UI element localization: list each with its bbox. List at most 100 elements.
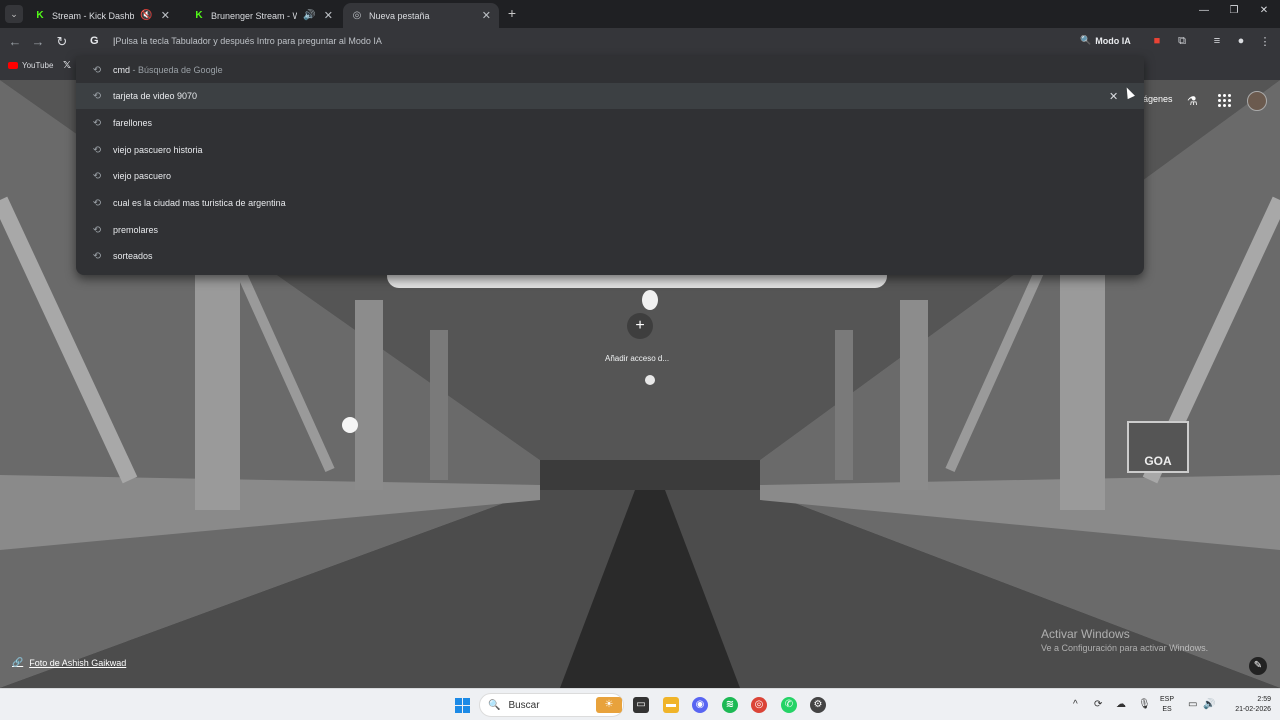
history-icon: ⟲ <box>92 64 102 76</box>
muted-icon[interactable]: 🔇 <box>140 10 152 21</box>
search-icon: 🔍 <box>488 699 501 711</box>
minimize-icon[interactable]: — <box>1196 5 1212 16</box>
activate-windows-subtitle: Ve a Configuración para activar Windows. <box>1041 643 1209 653</box>
activate-windows-title: Activar Windows <box>1041 627 1130 641</box>
suggestion-row[interactable]: ⟲ sorteados <box>76 243 1144 269</box>
tab-brunenger-stream[interactable]: K Brunenger Stream - Watch 🔊 ✕ <box>185 3 341 28</box>
new-tab-button[interactable]: + <box>505 5 519 21</box>
modo-ia-button[interactable]: 🔍 Modo IA <box>1080 35 1131 46</box>
suggestion-row[interactable]: ⟲ cmd - Búsqueda de Google <box>76 57 1144 83</box>
suggestion-text: viejo pascuero historia <box>113 145 203 155</box>
kick-icon: K <box>195 10 203 21</box>
restore-icon[interactable]: ❐ <box>1226 5 1242 16</box>
tab-new-tab[interactable]: ◎ Nueva pestaña ✕ <box>343 3 499 28</box>
modo-ia-label: Modo IA <box>1095 35 1131 46</box>
customize-pencil-icon[interactable]: ✎ <box>1249 657 1267 675</box>
sync-icon[interactable]: ⟳ <box>1094 699 1102 710</box>
suggestion-text: cmd <box>113 65 131 75</box>
x-icon[interactable]: 𝕏 <box>63 60 71 71</box>
volume-icon[interactable]: 🔊 <box>1203 699 1215 710</box>
taskbar-clock[interactable]: 2:59 21-02-2026 <box>1227 695 1271 715</box>
steam-icon[interactable]: ⚙ <box>810 697 826 713</box>
monitor-icon[interactable]: ▭ <box>1188 699 1197 710</box>
labs-icon[interactable]: ⚗ <box>1187 94 1198 108</box>
history-icon: ⟲ <box>92 197 102 209</box>
menu-icon[interactable]: ⋮ <box>1258 35 1272 48</box>
suggestion-row[interactable]: ⟲ farellones <box>76 110 1144 136</box>
omnibox-hint: Pulsa la tecla Tabulador y después Intro… <box>115 36 382 46</box>
discord-icon[interactable]: ◉ <box>692 697 708 713</box>
extensions-icon[interactable]: ⧉ <box>1175 35 1189 48</box>
microphone-icon[interactable]: 🎙 <box>1138 699 1151 710</box>
tab-title: Brunenger Stream - Watch <box>211 10 298 21</box>
link-icon: 🔗 <box>12 657 24 667</box>
network-tray-icon[interactable]: ☁ <box>1116 699 1126 710</box>
suggestion-text-wrap: cmd - Búsqueda de Google <box>113 65 223 75</box>
language-top: ESP <box>1160 696 1175 703</box>
suggestion-text: sorteados <box>113 251 153 261</box>
extension-lock-icon[interactable]: ■ <box>1150 35 1164 47</box>
tab-kick-dashboard[interactable]: K Stream - Kick Dashboard 🔇 ✕ <box>26 3 178 28</box>
close-tab-icon[interactable]: ✕ <box>482 9 491 22</box>
weather-widget-icon[interactable]: ☀ <box>596 697 622 713</box>
taskbar-search-placeholder: Buscar <box>508 699 540 711</box>
chrome-icon: ◎ <box>352 10 362 21</box>
suggestion-text: farellones <box>113 118 153 128</box>
bookmark-label: YouTube <box>22 61 54 70</box>
history-icon: ⟲ <box>92 250 102 262</box>
reload-icon[interactable]: ↻ <box>54 34 70 50</box>
images-link[interactable]: ágenes <box>1143 94 1173 104</box>
close-tab-icon[interactable]: ✕ <box>324 9 333 22</box>
task-view-icon[interactable]: ▭ <box>633 697 649 713</box>
close-tab-icon[interactable]: ✕ <box>161 9 170 22</box>
apps-grid-icon[interactable] <box>1218 94 1232 108</box>
spotify-icon[interactable]: ≋ <box>722 697 738 713</box>
suggestion-row[interactable]: ⟲ premolares <box>76 217 1144 243</box>
suggestion-text: cual es la ciudad mas turistica de argen… <box>113 198 286 208</box>
bookmark-youtube[interactable]: YouTube <box>8 61 53 70</box>
history-icon: ⟲ <box>92 170 102 182</box>
media-controls-icon[interactable]: ≡ <box>1210 35 1224 47</box>
history-icon: ⟲ <box>92 117 102 129</box>
whatsapp-icon[interactable]: ✆ <box>781 697 797 713</box>
forward-icon[interactable]: → <box>30 34 46 50</box>
history-icon: ⟲ <box>92 144 102 156</box>
windows-taskbar: 🔍 Buscar ☀ ▭ ▬ ◉ ≋ ◎ ✆ ⚙ ^ ⟳ ☁ 🎙 ESP ES … <box>0 688 1280 720</box>
photo-credit-text: Foto de Ashish Gaikwad <box>29 657 127 668</box>
add-shortcut-button[interactable]: + <box>627 313 653 339</box>
language-indicator[interactable]: ESP ES <box>1160 695 1174 715</box>
suggestion-text: tarjeta de video 9070 <box>113 91 198 101</box>
history-icon: ⟲ <box>92 224 102 236</box>
suggestion-row[interactable]: ⟲ tarjeta de video 9070 ✕ <box>76 83 1144 109</box>
photo-credit-link[interactable]: 🔗 Foto de Ashish Gaikwad <box>12 657 126 668</box>
google-account-avatar[interactable] <box>1247 91 1267 111</box>
tab-search-button[interactable]: ⌄ <box>5 5 23 23</box>
suggestion-row[interactable]: ⟲ viejo pascuero historia <box>76 137 1144 163</box>
svg-text:GOA: GOA <box>1144 454 1172 468</box>
history-icon: ⟲ <box>92 90 102 102</box>
omnibox-suggestions: ⟲ cmd - Búsqueda de Google ⟲ tarjeta de … <box>76 56 1144 275</box>
suggestion-text: viejo pascuero <box>113 171 172 181</box>
close-window-icon[interactable]: ✕ <box>1256 5 1272 16</box>
file-explorer-icon[interactable]: ▬ <box>663 697 679 713</box>
suggestion-row[interactable]: ⟲ viejo pascuero <box>76 163 1144 189</box>
ai-search-icon: 🔍 <box>1080 35 1092 45</box>
back-icon[interactable]: ← <box>7 34 23 50</box>
profile-avatar[interactable]: ● <box>1234 35 1248 47</box>
tab-title: Nueva pestaña <box>369 10 430 21</box>
remove-suggestion-icon[interactable]: ✕ <box>1109 90 1118 103</box>
tray-overflow-icon[interactable]: ^ <box>1073 699 1078 710</box>
windows-start-icon[interactable] <box>455 698 470 713</box>
youtube-icon <box>8 62 18 69</box>
tab-strip: ⌄ K Stream - Kick Dashboard 🔇 ✕ K Brunen… <box>0 0 1280 28</box>
kick-icon: K <box>36 10 44 21</box>
language-bottom: ES <box>1162 706 1172 713</box>
suggestion-subtext: - Búsqueda de Google <box>130 65 223 75</box>
speaker-icon[interactable]: 🔊 <box>303 10 315 21</box>
google-icon: G <box>90 35 99 47</box>
omnibox-input[interactable]: |Pulsa la tecla Tabulador y después Intr… <box>113 36 382 46</box>
tab-title: Stream - Kick Dashboard <box>52 10 135 21</box>
clock-time: 2:59 <box>1257 696 1271 703</box>
suggestion-row[interactable]: ⟲ cual es la ciudad mas turistica de arg… <box>76 190 1144 216</box>
chrome-taskbar-icon[interactable]: ◎ <box>751 697 767 713</box>
